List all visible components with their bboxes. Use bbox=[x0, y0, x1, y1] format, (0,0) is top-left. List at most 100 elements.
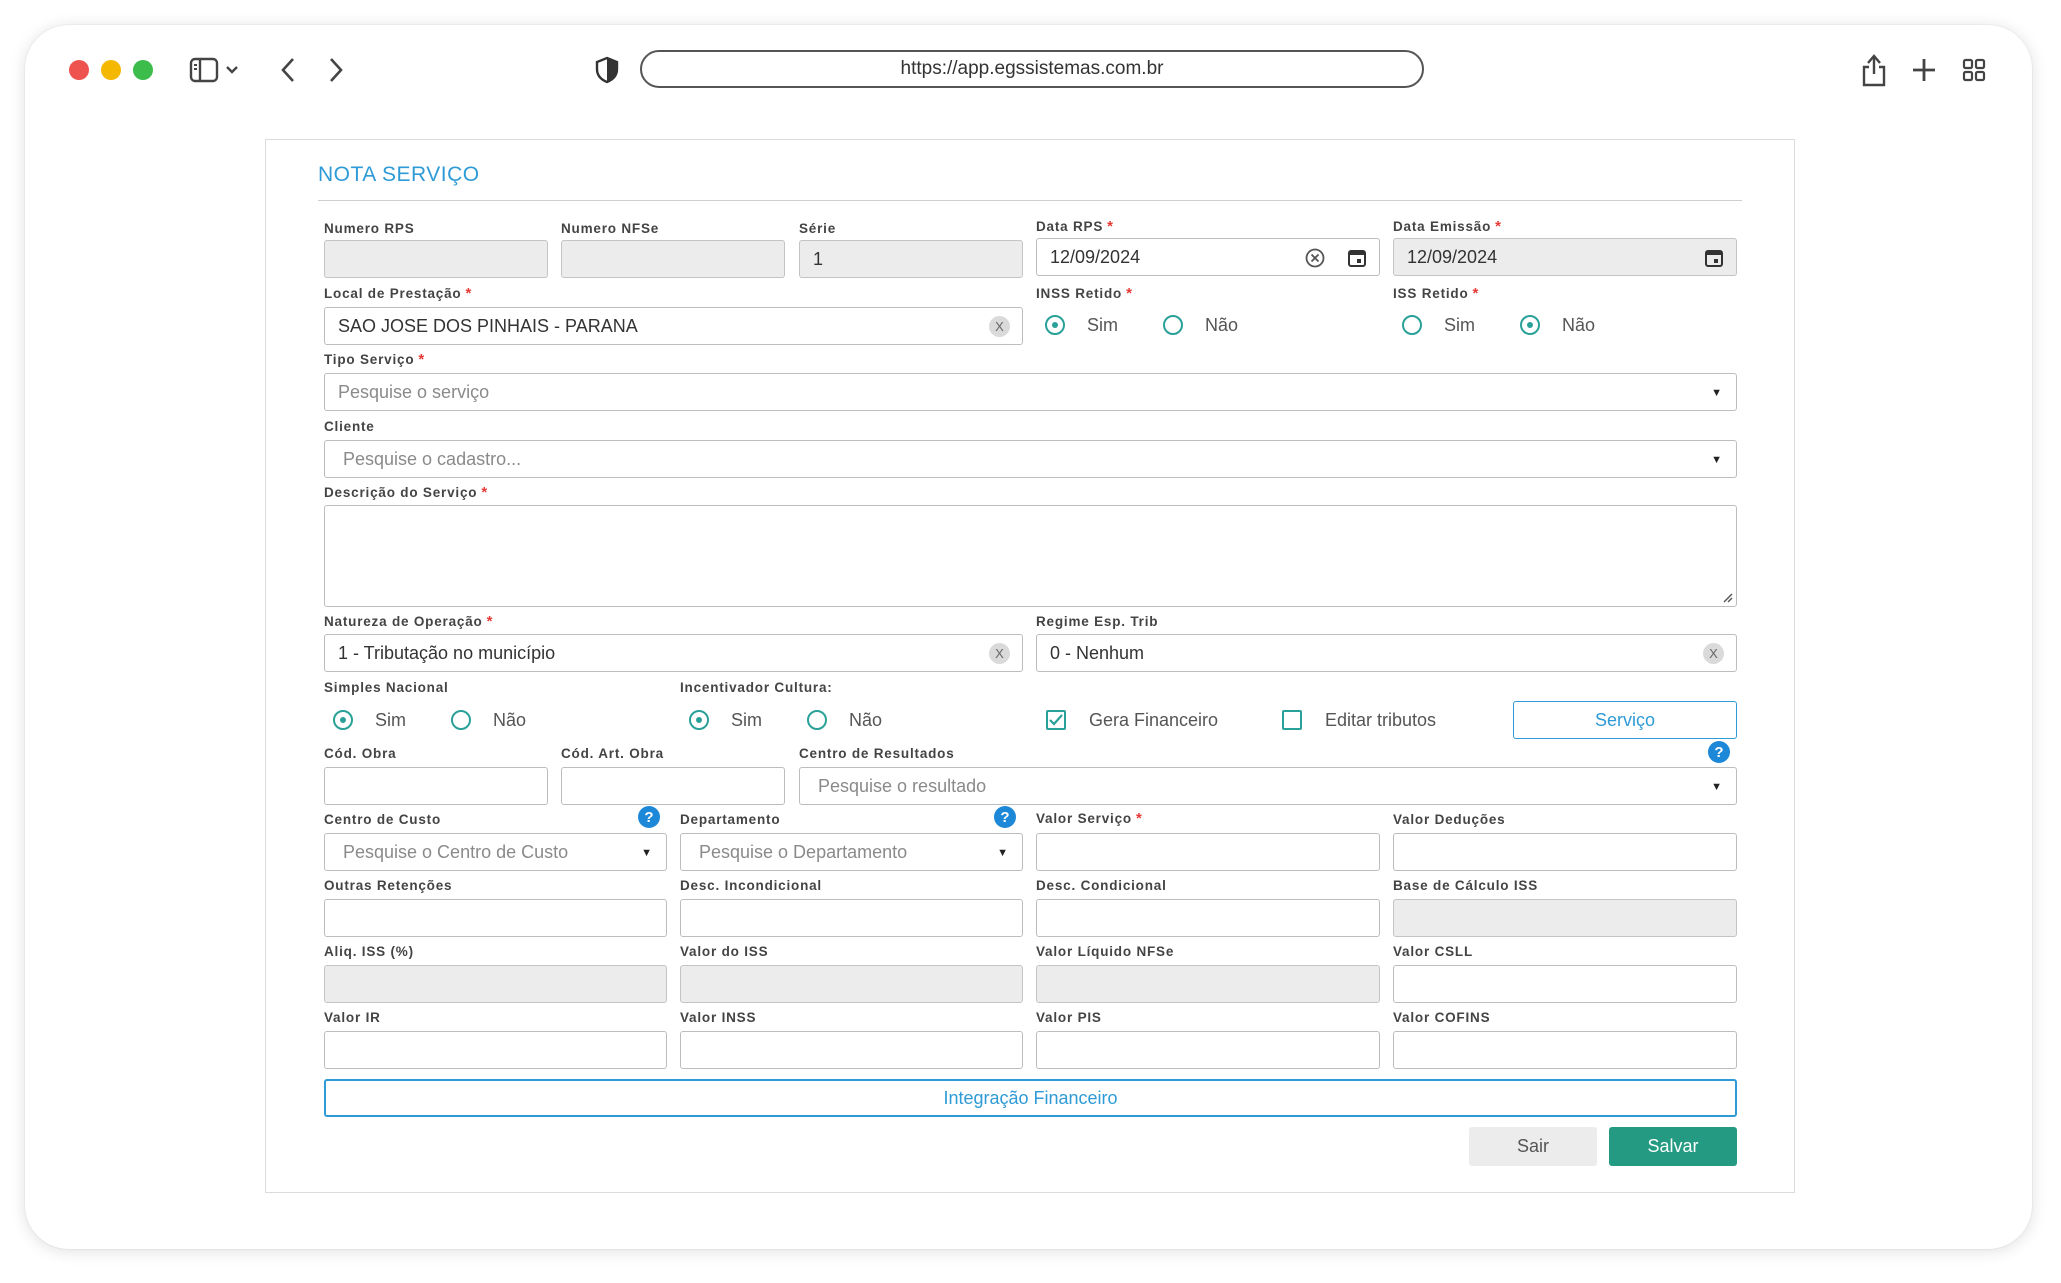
gera-financeiro-checkbox[interactable] bbox=[1046, 710, 1066, 730]
natureza-operacao-label: Natureza de Operação * bbox=[324, 613, 493, 630]
numero-rps-input[interactable] bbox=[324, 240, 548, 278]
clear-local-button[interactable]: X bbox=[989, 316, 1010, 337]
descricao-textarea[interactable] bbox=[324, 505, 1737, 607]
iss-retido-label: ISS Retido * bbox=[1393, 285, 1479, 302]
required-mark: * bbox=[481, 484, 488, 501]
iss-retido-sim-radio[interactable] bbox=[1402, 315, 1422, 335]
centro-custo-select[interactable]: Pesquise o Centro de Custo ▼ bbox=[324, 833, 667, 871]
clear-regime-button[interactable]: X bbox=[1703, 643, 1724, 664]
valor-iss-input[interactable] bbox=[680, 965, 1023, 1003]
share-icon bbox=[1862, 54, 1886, 87]
data-rps-label-text: Data RPS bbox=[1036, 219, 1104, 234]
inss-retido-nao-radio[interactable] bbox=[1163, 315, 1183, 335]
salvar-button[interactable]: Salvar bbox=[1609, 1127, 1737, 1166]
inss-retido-sim-radio[interactable] bbox=[1045, 315, 1065, 335]
numero-nfse-input[interactable] bbox=[561, 240, 785, 278]
departamento-select[interactable]: Pesquise o Departamento ▼ bbox=[680, 833, 1023, 871]
required-mark: * bbox=[1495, 218, 1502, 235]
address-bar[interactable]: https://app.egssistemas.com.br bbox=[640, 50, 1424, 88]
required-mark: * bbox=[486, 613, 494, 630]
valor-csll-input[interactable] bbox=[1393, 965, 1737, 1003]
calendar-icon[interactable] bbox=[1704, 248, 1724, 268]
simples-nacional-nao-label: Não bbox=[493, 710, 527, 730]
data-emissao-label: Data Emissão * bbox=[1393, 218, 1502, 235]
local-prestacao-select[interactable]: SAO JOSE DOS PINHAIS - PARANA X bbox=[324, 307, 1023, 345]
data-emissao-input[interactable]: 12/09/2024 bbox=[1393, 238, 1737, 276]
incentivador-nao-label: Não bbox=[849, 710, 883, 730]
close-window-button[interactable] bbox=[69, 60, 89, 80]
calendar-icon[interactable] bbox=[1347, 248, 1367, 268]
descricao-label-text: Descrição do Serviço bbox=[324, 485, 478, 500]
iss-retido-nao-radio[interactable] bbox=[1520, 315, 1540, 335]
editar-tributos-label: Editar tributos bbox=[1325, 710, 1437, 730]
departamento-placeholder: Pesquise o Departamento bbox=[699, 841, 908, 862]
simples-nacional-nao-radio[interactable] bbox=[451, 710, 471, 730]
centro-resultados-help-icon[interactable]: ? bbox=[1708, 741, 1730, 763]
valor-cofins-label: Valor COFINS bbox=[1393, 1010, 1491, 1025]
base-calculo-iss-input[interactable] bbox=[1393, 899, 1737, 937]
valor-inss-input[interactable] bbox=[680, 1031, 1023, 1069]
cod-art-obra-input[interactable] bbox=[561, 767, 785, 805]
iss-retido-nao-label: Não bbox=[1562, 315, 1596, 335]
clear-natureza-button[interactable]: X bbox=[989, 643, 1010, 664]
cod-art-obra-label: Cód. Art. Obra bbox=[561, 746, 664, 761]
required-mark: * bbox=[465, 285, 473, 302]
valor-cofins-input[interactable] bbox=[1393, 1031, 1737, 1069]
cliente-select[interactable]: Pesquise o cadastro... ▼ bbox=[324, 440, 1737, 478]
iss-retido-sim-label: Sim bbox=[1444, 315, 1475, 335]
valor-ir-input[interactable] bbox=[324, 1031, 667, 1069]
valor-liquido-nfse-input[interactable] bbox=[1036, 965, 1380, 1003]
aliq-iss-input[interactable] bbox=[324, 965, 667, 1003]
centro-resultados-placeholder: Pesquise o resultado bbox=[818, 775, 987, 796]
required-mark: * bbox=[1107, 218, 1114, 235]
departamento-help-icon[interactable]: ? bbox=[994, 806, 1016, 828]
valor-pis-input[interactable] bbox=[1036, 1031, 1380, 1069]
centro-custo-help-icon[interactable]: ? bbox=[638, 806, 660, 828]
cod-obra-label: Cód. Obra bbox=[324, 746, 397, 761]
title-divider bbox=[318, 200, 1742, 201]
natureza-operacao-select[interactable]: 1 - Tributação no município X bbox=[324, 634, 1023, 672]
integracao-financeiro-button[interactable]: Integração Financeiro bbox=[324, 1079, 1737, 1117]
data-rps-input[interactable]: 12/09/2024 bbox=[1036, 238, 1380, 276]
incentivador-sim-radio[interactable] bbox=[689, 710, 709, 730]
incentivador-nao-radio[interactable] bbox=[807, 710, 827, 730]
valor-servico-input[interactable] bbox=[1036, 833, 1380, 871]
simples-nacional-sim-radio[interactable] bbox=[333, 710, 353, 730]
chevron-right-icon bbox=[330, 58, 343, 82]
tipo-servico-select[interactable]: Pesquise o serviço ▼ bbox=[324, 373, 1737, 411]
regime-esp-trib-select[interactable]: 0 - Nenhum X bbox=[1036, 634, 1737, 672]
data-rps-value: 12/09/2024 bbox=[1050, 246, 1141, 267]
desc-condicional-input[interactable] bbox=[1036, 899, 1380, 937]
privacy-shield-button[interactable] bbox=[594, 55, 620, 85]
tab-overview-button[interactable] bbox=[1960, 55, 1988, 85]
new-tab-button[interactable] bbox=[1910, 55, 1938, 85]
serie-input[interactable]: 1 bbox=[799, 240, 1023, 278]
desc-incondicional-input[interactable] bbox=[680, 899, 1023, 937]
sidebar-icon bbox=[189, 57, 238, 83]
forward-button[interactable] bbox=[324, 55, 348, 85]
maximize-window-button[interactable] bbox=[133, 60, 153, 80]
resize-grip-icon[interactable] bbox=[1721, 591, 1733, 603]
sair-button[interactable]: Sair bbox=[1469, 1127, 1597, 1166]
cod-obra-input[interactable] bbox=[324, 767, 548, 805]
back-button[interactable] bbox=[276, 55, 300, 85]
servico-button[interactable]: Serviço bbox=[1513, 701, 1737, 739]
sidebar-toggle-button[interactable] bbox=[189, 55, 243, 85]
editar-tributos-checkbox[interactable] bbox=[1282, 710, 1302, 730]
valor-servico-label: Valor Serviço * bbox=[1036, 810, 1143, 827]
required-mark: * bbox=[418, 351, 426, 368]
valor-deducoes-label: Valor Deduções bbox=[1393, 812, 1506, 827]
valor-liquido-nfse-label: Valor Líquido NFSe bbox=[1036, 944, 1175, 959]
clear-circle-icon[interactable] bbox=[1305, 248, 1325, 268]
cliente-placeholder: Pesquise o cadastro... bbox=[343, 448, 522, 469]
outras-retencoes-input[interactable] bbox=[324, 899, 667, 937]
share-button[interactable] bbox=[1860, 52, 1888, 88]
valor-deducoes-input[interactable] bbox=[1393, 833, 1737, 871]
serie-label: Série bbox=[799, 221, 837, 236]
desc-condicional-label: Desc. Condicional bbox=[1036, 878, 1167, 893]
regime-esp-trib-value: 0 - Nenhum bbox=[1050, 642, 1145, 663]
minimize-window-button[interactable] bbox=[101, 60, 121, 80]
local-prestacao-label: Local de Prestação * bbox=[324, 285, 472, 302]
local-prestacao-label-text: Local de Prestação bbox=[324, 286, 462, 301]
centro-resultados-select[interactable]: Pesquise o resultado ▼ bbox=[799, 767, 1737, 805]
